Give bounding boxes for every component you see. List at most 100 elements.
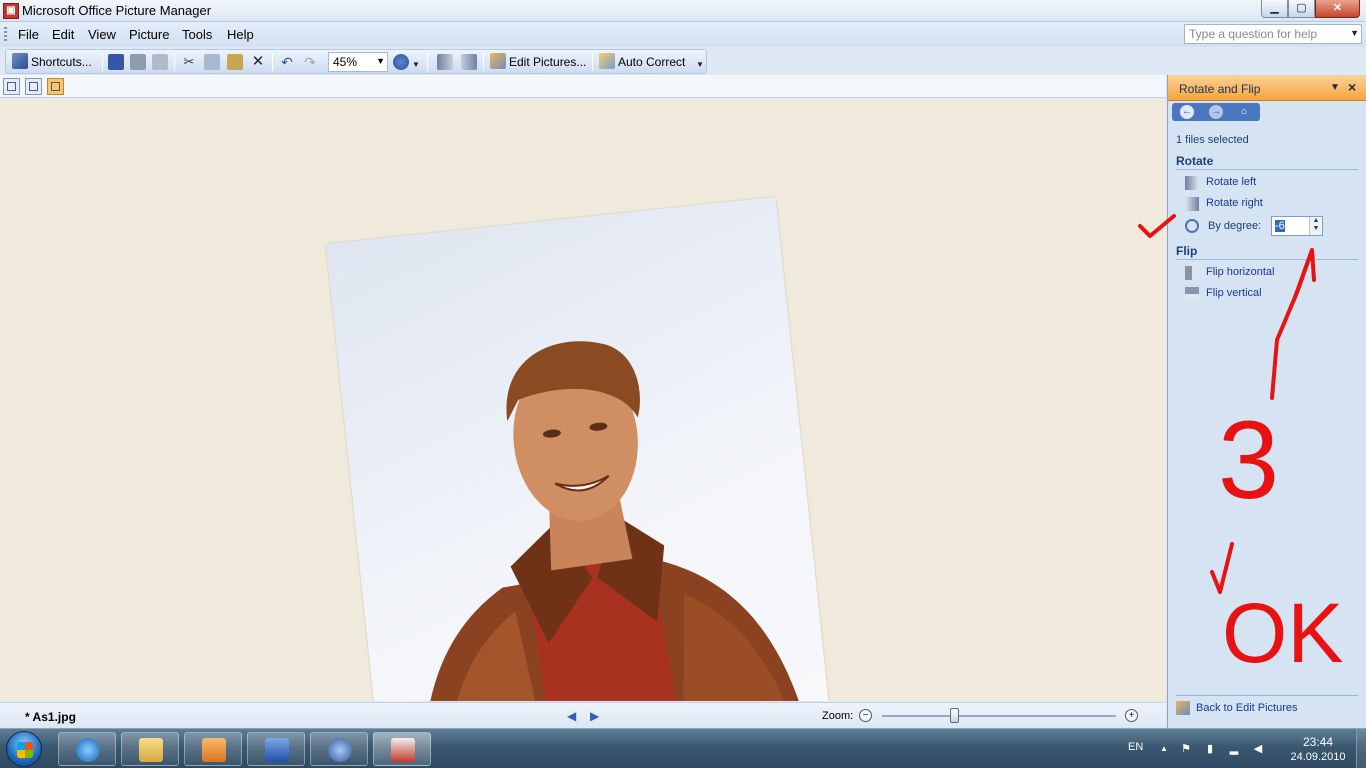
toolbar-separator — [427, 53, 428, 71]
paste-icon[interactable] — [227, 54, 243, 70]
redo-icon[interactable]: ↷ — [302, 54, 318, 70]
files-selected-count: 1 files selected — [1176, 134, 1249, 146]
zoom-slider-thumb[interactable] — [950, 708, 960, 723]
undo-icon[interactable]: ↶ — [279, 54, 295, 70]
auto-correct-button[interactable]: Auto Correct — [599, 53, 685, 71]
toolbar-separator — [102, 53, 103, 71]
cut-icon[interactable]: ✂ — [181, 54, 197, 70]
toolbar-separator — [483, 53, 484, 71]
current-filename: * As1.jpg — [25, 710, 76, 724]
chevron-down-icon[interactable]: ▼ — [376, 56, 385, 66]
single-picture-view-button[interactable] — [47, 78, 64, 95]
edit-pictures-button[interactable]: Edit Pictures... — [490, 53, 586, 71]
forward-arrow-icon[interactable]: → — [1209, 105, 1223, 119]
task-pane-navigation: ← → ⌂ — [1172, 103, 1260, 121]
action-center-flag-icon[interactable]: ⚑ — [1180, 743, 1192, 755]
rotate-degree-icon — [1185, 219, 1199, 233]
window-controls: ▁ ▢ ✕ — [1261, 0, 1360, 18]
flip-vertical-link[interactable]: Flip vertical — [1206, 287, 1262, 299]
zoom-label: Zoom: — [822, 710, 854, 722]
thunderbird-icon — [328, 738, 352, 762]
edit-pictures-label: Edit Pictures... — [509, 55, 587, 69]
home-icon[interactable]: ⌂ — [1237, 105, 1251, 119]
word-icon — [265, 738, 289, 762]
zoom-out-icon[interactable]: − — [859, 709, 872, 722]
next-picture-icon[interactable]: ▶ — [590, 709, 599, 723]
degree-value: -6 — [1275, 220, 1285, 232]
thumbnails-icon — [7, 82, 16, 91]
email-icon[interactable] — [152, 54, 168, 70]
show-desktop-button[interactable] — [1356, 729, 1366, 768]
menu-view[interactable]: View — [88, 27, 116, 42]
degree-spinner[interactable]: ▲ ▼ — [1309, 217, 1322, 235]
task-pane-close-icon[interactable]: × — [1348, 79, 1356, 95]
taskbar-app-word[interactable] — [247, 732, 305, 766]
menu-tools[interactable]: Tools — [182, 27, 212, 42]
internet-explorer-icon — [76, 738, 100, 762]
task-pane-menu-icon[interactable]: ▼ — [1330, 82, 1340, 93]
start-button[interactable] — [6, 731, 42, 767]
minimize-button[interactable]: ▁ — [1261, 0, 1288, 18]
zoom-slider-track[interactable] — [882, 715, 1116, 717]
menu-picture[interactable]: Picture — [129, 27, 169, 42]
picture-manager-icon — [391, 738, 415, 762]
zoom-in-icon[interactable]: + — [1125, 709, 1138, 722]
print-icon[interactable] — [130, 54, 146, 70]
rotate-left-icon[interactable] — [437, 54, 453, 70]
thumbnail-view-button[interactable] — [3, 78, 20, 95]
help-search-input[interactable]: Type a question for help ▼ — [1184, 24, 1362, 44]
single-picture-icon — [51, 82, 60, 91]
toolbar-separator — [592, 53, 593, 71]
flip-horizontal-link[interactable]: Flip horizontal — [1206, 266, 1274, 278]
delete-icon[interactable]: ✕ — [250, 54, 266, 70]
picture-manager-icon[interactable]: ▣ — [3, 3, 19, 19]
taskbar-app-internet-explorer[interactable] — [58, 732, 116, 766]
taskbar-app-explorer[interactable] — [121, 732, 179, 766]
flip-vertical-icon — [1185, 287, 1199, 301]
shortcuts-label: Shortcuts... — [31, 55, 92, 69]
help-search-placeholder: Type a question for help — [1189, 27, 1318, 41]
shortcuts-button[interactable]: Shortcuts... — [12, 53, 92, 71]
volume-icon[interactable]: ◀ — [1252, 743, 1264, 755]
menu-edit[interactable]: Edit — [52, 27, 74, 42]
degree-input[interactable]: -6 ▲ ▼ — [1271, 216, 1323, 236]
save-icon[interactable] — [108, 54, 124, 70]
power-icon[interactable]: ▮ — [1204, 743, 1216, 755]
chevron-down-icon[interactable]: ▼ — [1350, 28, 1359, 38]
by-degree-label: By degree: — [1208, 220, 1262, 232]
clock-time[interactable]: 23:44 — [1294, 735, 1342, 749]
toolbar-options-icon[interactable]: ▼ — [696, 60, 704, 70]
rotate-right-icon[interactable] — [461, 54, 477, 70]
taskbar-app-media-player[interactable] — [184, 732, 242, 766]
media-player-icon — [202, 738, 226, 762]
flip-horizontal-icon — [1185, 266, 1199, 280]
toolbar-separator — [174, 53, 175, 71]
picture-canvas[interactable] — [0, 99, 1166, 701]
clock-date[interactable]: 24.09.2010 — [1284, 751, 1352, 763]
language-indicator[interactable]: EN — [1128, 741, 1143, 753]
back-arrow-icon[interactable]: ← — [1180, 105, 1194, 119]
zoom-value: 45% — [333, 55, 358, 69]
menu-grip[interactable] — [4, 27, 7, 43]
menu-file[interactable]: File — [18, 27, 39, 42]
rotate-left-link[interactable]: Rotate left — [1206, 176, 1256, 188]
help-icon[interactable] — [393, 54, 409, 70]
toolbar-separator — [272, 53, 273, 71]
previous-picture-icon[interactable]: ◀ — [567, 709, 576, 723]
network-signal-icon[interactable]: ▂ — [1228, 743, 1240, 755]
filmstrip-view-button[interactable] — [25, 78, 42, 95]
back-to-edit-pictures-link[interactable]: Back to Edit Pictures — [1196, 702, 1298, 714]
menu-help[interactable]: Help — [227, 27, 254, 42]
toolbar-options-icon[interactable]: ▼ — [412, 60, 420, 70]
copy-icon[interactable] — [204, 54, 220, 70]
close-button[interactable]: ✕ — [1315, 0, 1360, 18]
rotate-right-link[interactable]: Rotate right — [1206, 197, 1263, 209]
show-hidden-icons-icon[interactable]: ▲ — [1158, 743, 1170, 755]
taskbar-app-picture-manager[interactable] — [373, 732, 431, 766]
rotate-left-icon — [1185, 176, 1199, 190]
maximize-button[interactable]: ▢ — [1288, 0, 1315, 18]
status-bar: * As1.jpg ◀ ▶ Zoom: − + — [0, 702, 1166, 728]
taskbar-app-thunderbird[interactable] — [310, 732, 368, 766]
zoom-combo[interactable]: 45% ▼ — [328, 52, 388, 72]
windows-logo-icon — [17, 742, 33, 758]
